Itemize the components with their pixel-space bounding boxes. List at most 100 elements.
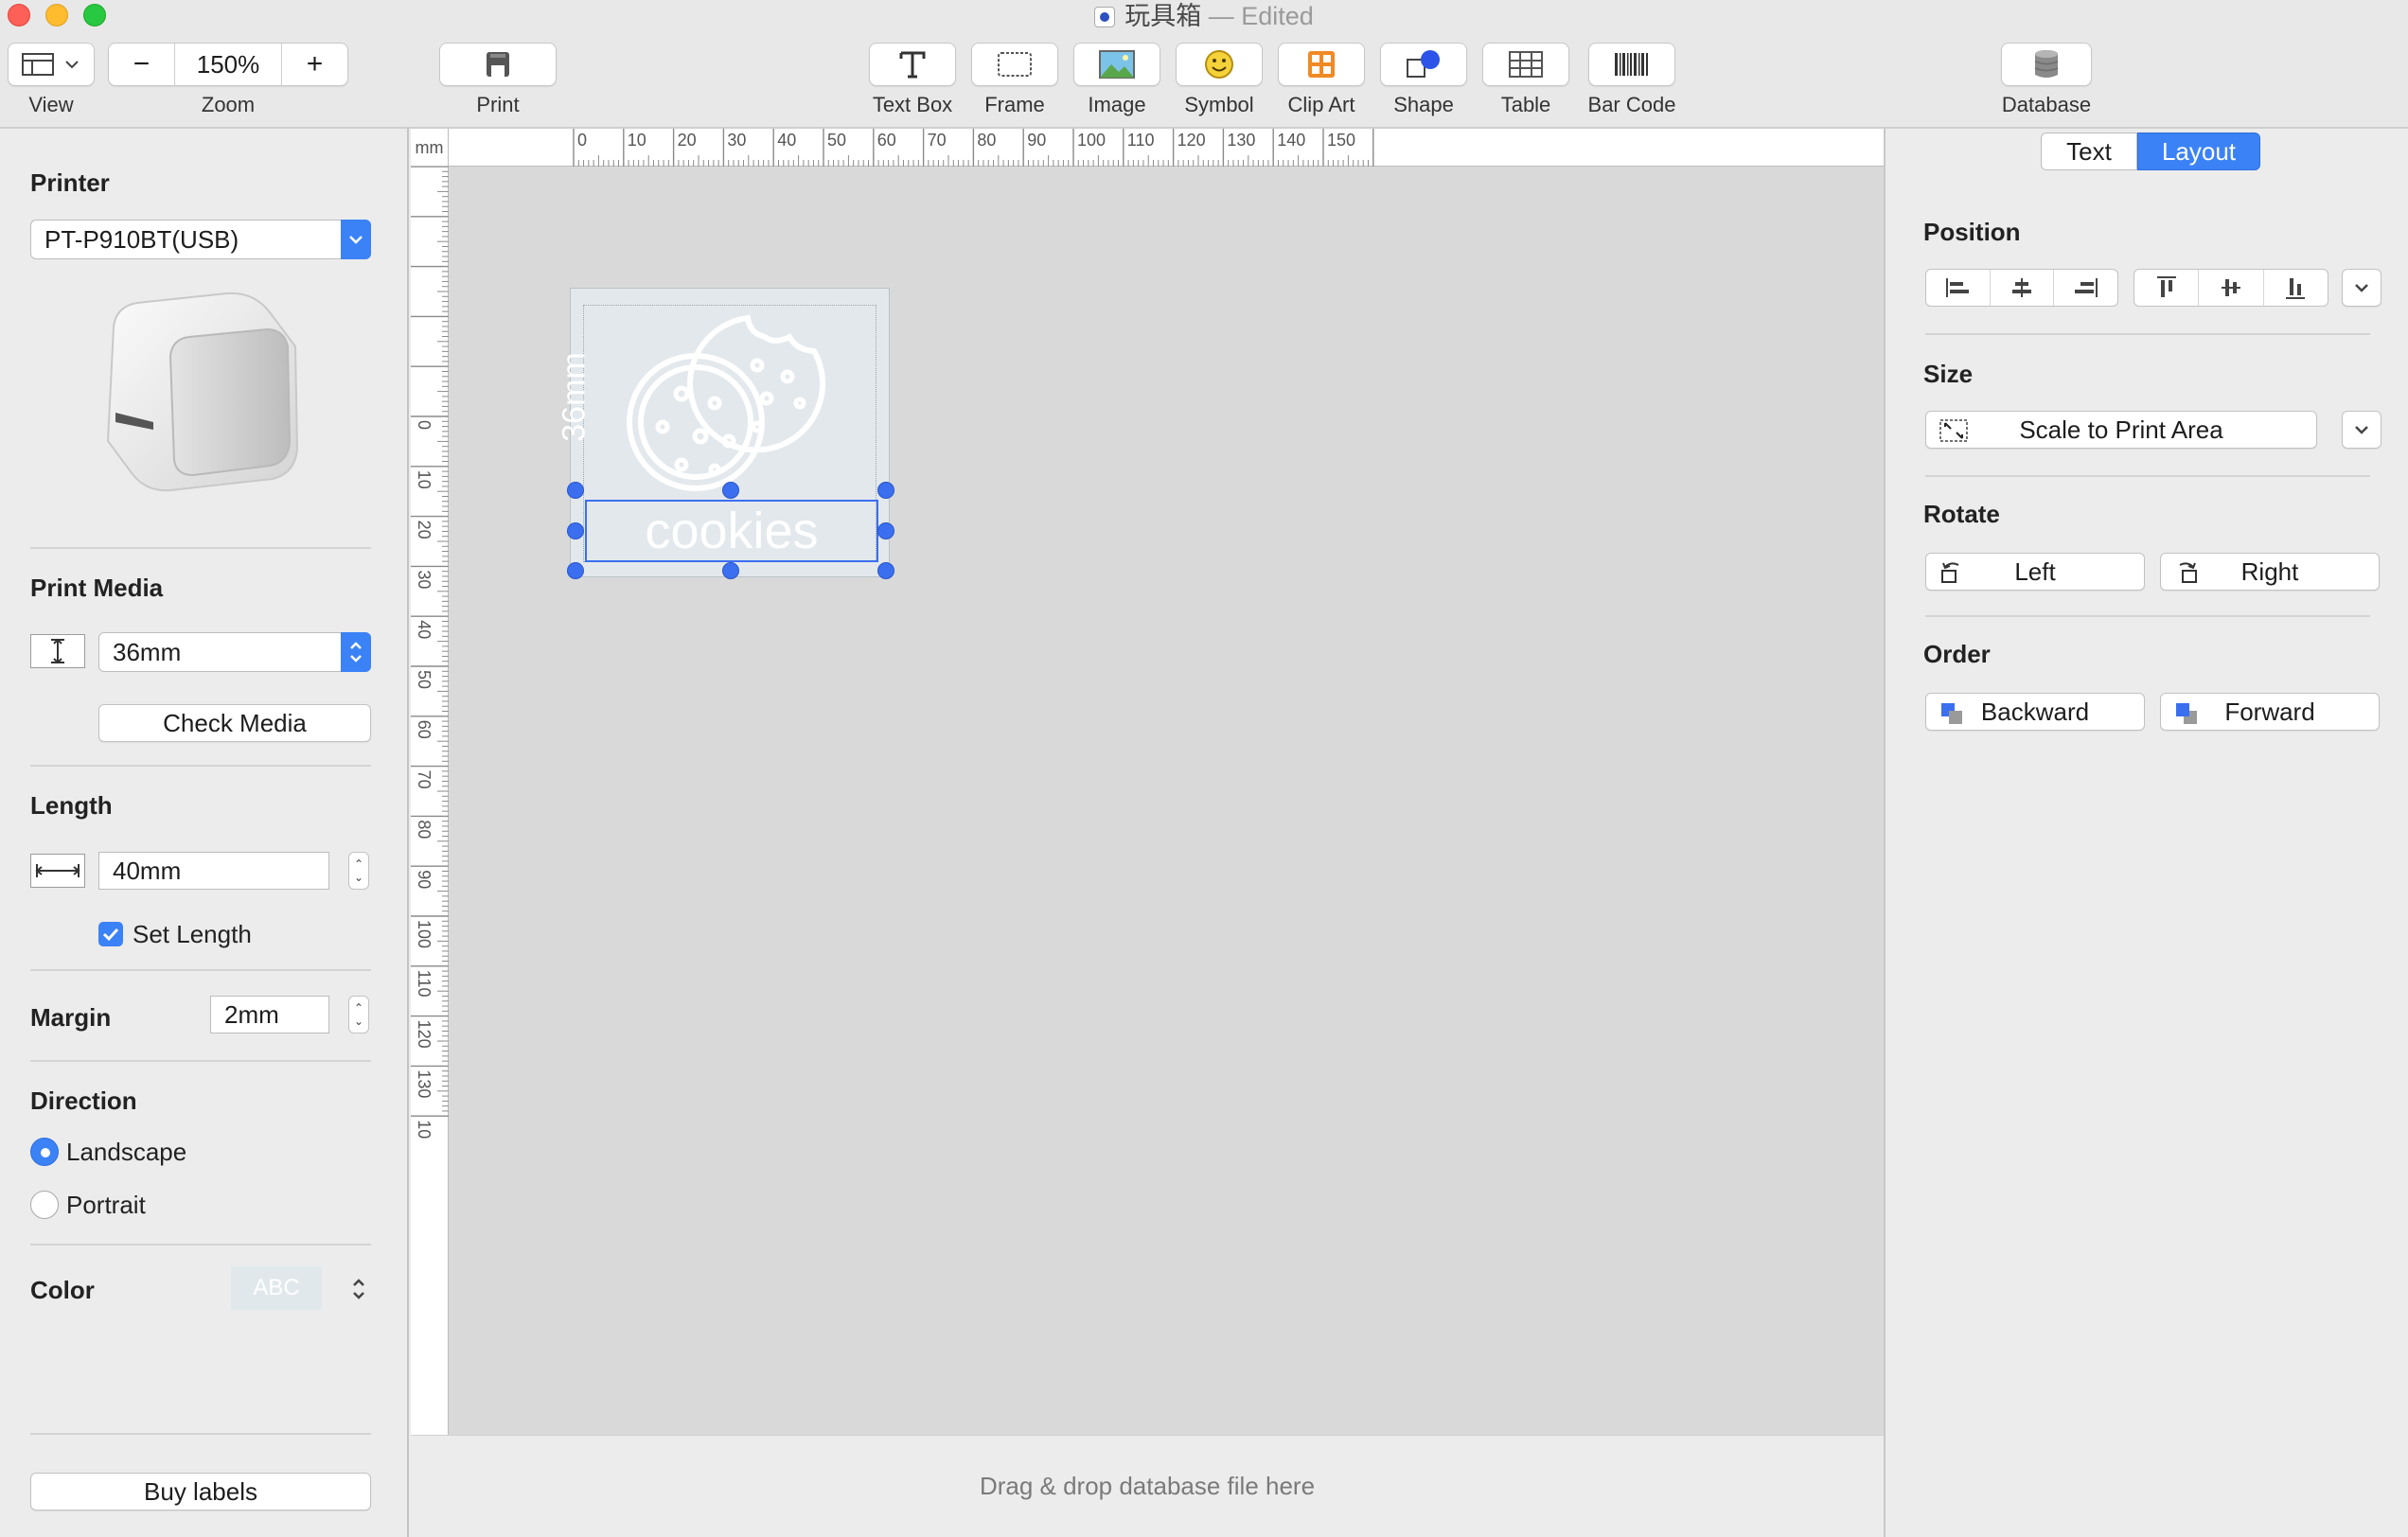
resize-handle-bottom-center[interactable]	[722, 562, 739, 579]
align-middle-button[interactable]	[2199, 270, 2264, 306]
length-stepper[interactable]: ⌃ ⌄	[348, 852, 369, 890]
edited-status: — Edited	[1208, 2, 1314, 30]
sidebar-layout-icon	[22, 53, 54, 76]
align-left-button[interactable]	[1926, 270, 1991, 306]
smiley-icon	[1205, 50, 1233, 79]
database-label: Database	[2001, 93, 2092, 116]
align-center-icon	[2012, 278, 2031, 297]
tape-width-indicator	[30, 634, 85, 668]
rotate-right-button[interactable]: Right	[2160, 553, 2380, 591]
media-select[interactable]: 36mm	[98, 632, 371, 672]
print-media-section-title: Print Media	[30, 574, 164, 602]
shape-button[interactable]	[1380, 43, 1467, 86]
color-select-arrows[interactable]	[345, 1270, 373, 1308]
bar-code-button[interactable]	[1588, 43, 1675, 86]
ruler-top-tick-label: 20	[678, 131, 697, 150]
image-button[interactable]	[1073, 43, 1160, 86]
position-section-title: Position	[1923, 218, 2021, 246]
window-toolbar: 玩具箱 — Edited View − 150% + Zoom Print Te…	[0, 0, 2408, 129]
resize-handle-top-center[interactable]	[722, 482, 739, 499]
length-indicator	[30, 854, 85, 888]
length-section-title: Length	[30, 791, 113, 820]
margin-input[interactable]: 2mm	[210, 996, 329, 1034]
zoom-in-button[interactable]: +	[281, 44, 347, 85]
table-icon	[1509, 51, 1543, 78]
length-input[interactable]: 40mm	[98, 852, 329, 890]
ruler-top-tick-label: 50	[827, 131, 846, 150]
database-button[interactable]	[2001, 43, 2092, 86]
bring-forward-icon	[2176, 703, 2197, 724]
align-center-button[interactable]	[1991, 270, 2055, 306]
up-down-chevron-icon	[353, 1279, 364, 1299]
vertical-align-group	[2134, 269, 2328, 307]
resize-handle-top-right[interactable]	[877, 482, 894, 499]
check-media-button[interactable]: Check Media	[98, 704, 371, 742]
buy-labels-button[interactable]: Buy labels	[30, 1473, 371, 1510]
send-backward-button[interactable]: Backward	[1925, 693, 2145, 731]
ruler-top-tick-label: 80	[977, 131, 996, 150]
rotate-left-button[interactable]: Left	[1925, 553, 2145, 591]
forward-label: Forward	[2224, 697, 2315, 726]
resize-handle-middle-left[interactable]	[567, 522, 584, 539]
media-select-arrow[interactable]	[341, 632, 371, 672]
horizontal-ruler: 0 10 20 30 40 50 60 70 80 90 100 110 120 130 140 150	[411, 129, 1884, 167]
chevron-down-icon	[65, 61, 79, 69]
align-top-button[interactable]	[2134, 270, 2200, 306]
view-button[interactable]	[8, 43, 95, 86]
image-label: Image	[1088, 93, 1146, 116]
text-box-button[interactable]	[869, 43, 956, 86]
label-text-box[interactable]: cookies	[585, 500, 878, 562]
portrait-radio[interactable]	[30, 1191, 59, 1219]
tape-dimension-label: 36mm	[556, 352, 593, 442]
database-drop-zone[interactable]: Drag & drop database file here	[411, 1435, 1884, 1537]
cookie-clipart[interactable]	[625, 309, 842, 498]
scale-to-print-area-button[interactable]: Scale to Print Area	[1925, 411, 2317, 449]
document-name: 玩具箱	[1124, 2, 1202, 30]
shape-label: Shape	[1393, 93, 1454, 116]
send-backward-icon	[1941, 703, 1962, 724]
resize-handle-bottom-right[interactable]	[877, 562, 894, 579]
symbol-button[interactable]	[1176, 43, 1263, 86]
clip-art-button[interactable]	[1278, 43, 1365, 86]
rotate-section-title: Rotate	[1923, 500, 2000, 528]
frame-button[interactable]	[971, 43, 1058, 86]
resize-handle-middle-right[interactable]	[877, 522, 894, 539]
ruler-top-tick-label: 40	[777, 131, 796, 150]
zoom-value[interactable]: 150%	[175, 50, 281, 80]
landscape-radio[interactable]	[30, 1138, 59, 1166]
bring-forward-button[interactable]: Forward	[2160, 693, 2380, 731]
print-button[interactable]	[439, 43, 557, 86]
table-button[interactable]	[1482, 43, 1569, 86]
align-right-button[interactable]	[2054, 270, 2117, 306]
chevron-down-icon	[2355, 426, 2368, 434]
frame-label: Frame	[984, 93, 1045, 116]
resize-handle-bottom-left[interactable]	[567, 562, 584, 579]
ruler-top-tick-label: 120	[1177, 131, 1206, 150]
order-section-title: Order	[1923, 640, 1991, 668]
size-more-button[interactable]	[2342, 411, 2381, 449]
rotate-left-label: Left	[2014, 556, 2056, 586]
printer-select-arrow[interactable]	[341, 220, 371, 259]
media-select-value: 36mm	[113, 637, 182, 666]
resize-handle-top-left[interactable]	[567, 482, 584, 499]
settings-sidebar: Printer PT-P910BT(USB) Print Media 36mm …	[0, 129, 409, 1537]
tab-layout[interactable]: Layout	[2137, 132, 2260, 170]
color-preview[interactable]: ABC	[231, 1266, 322, 1310]
ruler-top-tick-label: 90	[1027, 131, 1046, 150]
printer-select[interactable]: PT-P910BT(USB)	[30, 220, 371, 259]
align-top-icon	[2156, 276, 2176, 297]
document-icon	[1094, 7, 1116, 27]
divider	[30, 765, 371, 767]
tab-text[interactable]: Text	[2041, 132, 2137, 170]
tab-layout-label: Layout	[2161, 136, 2237, 166]
color-preview-text: ABC	[253, 1275, 300, 1300]
align-bottom-button[interactable]	[2264, 270, 2328, 306]
inspector-panel: Text Layout Position Size Scale to Print…	[1884, 129, 2408, 1537]
zoom-out-button[interactable]: −	[109, 44, 175, 85]
position-more-button[interactable]	[2342, 269, 2381, 307]
ruler-left-tick-label: 80	[415, 820, 434, 839]
ruler-left-tick-label: 100	[415, 920, 434, 948]
margin-stepper[interactable]: ⌃ ⌄	[348, 996, 369, 1034]
divider	[30, 969, 371, 971]
set-length-checkbox[interactable]	[98, 922, 123, 946]
